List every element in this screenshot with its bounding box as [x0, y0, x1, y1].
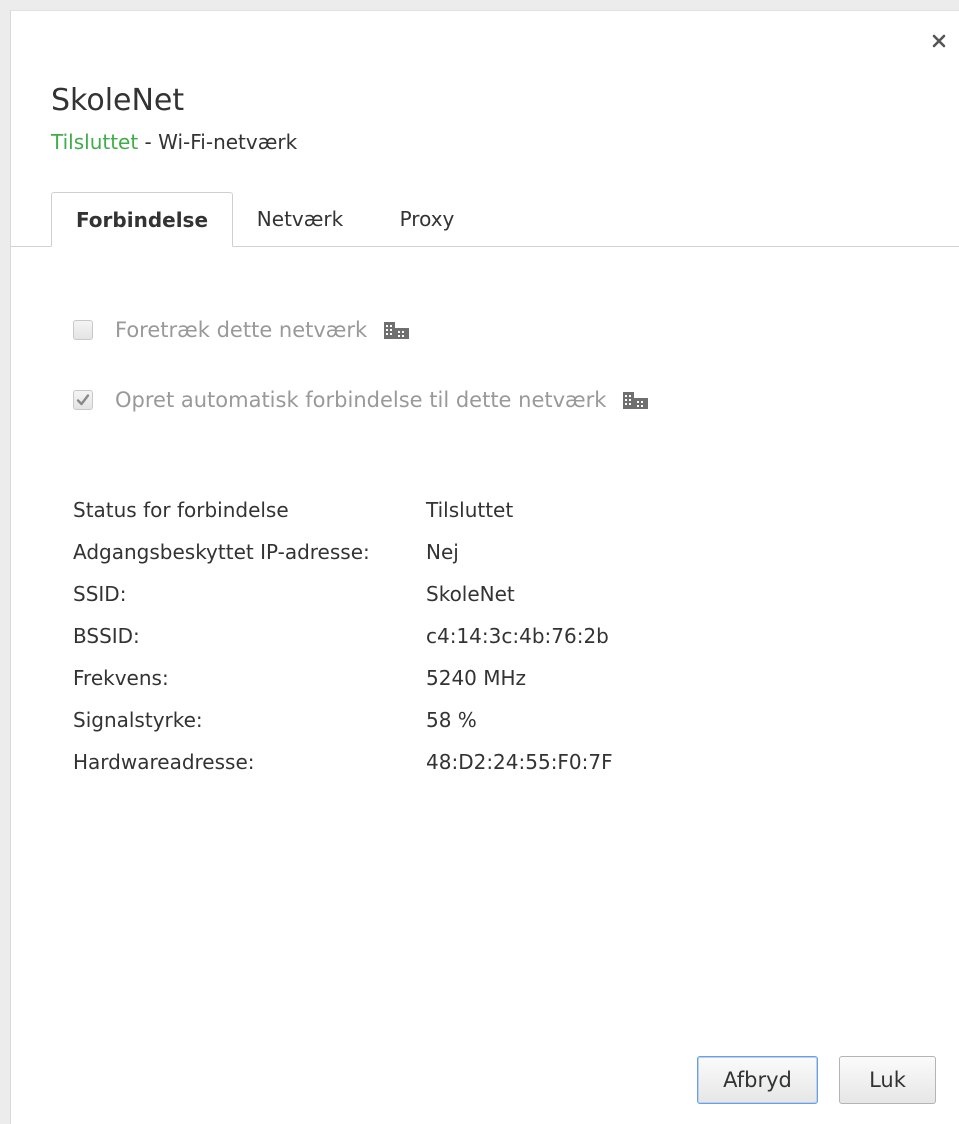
auto-connect-label: Opret automatisk forbindelse til dette n… — [115, 388, 607, 412]
close-button[interactable]: Luk — [839, 1056, 936, 1104]
tab-network[interactable]: Netværk — [237, 192, 363, 246]
network-details-dialog: SkoleNet Tilsluttet - Wi-Fi-netværk Forb… — [10, 10, 959, 1124]
prefer-network-label: Foretræk dette netværk — [115, 318, 368, 342]
info-label: BSSID: — [73, 624, 140, 648]
info-value: Nej — [426, 540, 459, 564]
tab-bar: Forbindelse Netværk Proxy — [11, 192, 959, 247]
network-type: Wi-Fi-netværk — [158, 130, 298, 154]
status-separator: - — [138, 130, 159, 154]
info-row-hardware-address: Hardwareadresse: 48:D2:24:55:F0:7F — [73, 741, 613, 783]
info-row-frequency: Frekvens: 5240 MHz — [73, 657, 613, 699]
close-icon[interactable] — [927, 29, 951, 53]
connection-status: Tilsluttet — [51, 130, 139, 154]
auto-connect-option: Opret automatisk forbindelse til dette n… — [73, 385, 650, 415]
close-icon-glyph — [932, 34, 946, 48]
auto-connect-checkbox[interactable] — [73, 390, 93, 410]
info-label: SSID: — [73, 582, 127, 606]
info-row-restricted-ip: Adgangsbeskyttet IP-adresse: Nej — [73, 531, 613, 573]
info-row-status: Status for forbindelse Tilsluttet — [73, 489, 613, 531]
enterprise-policy-icon — [383, 319, 411, 341]
info-value: Tilsluttet — [426, 498, 514, 522]
disconnect-button[interactable]: Afbryd — [697, 1056, 818, 1104]
info-row-signal-strength: Signalstyrke: 58 % — [73, 699, 613, 741]
connection-info-table: Status for forbindelse Tilsluttet Adgang… — [73, 489, 613, 783]
prefer-network-checkbox[interactable] — [73, 320, 93, 340]
info-label: Frekvens: — [73, 666, 169, 690]
info-label: Status for forbindelse — [73, 498, 289, 522]
network-title: SkoleNet — [51, 83, 185, 118]
tab-proxy[interactable]: Proxy — [371, 192, 483, 246]
info-value: 5240 MHz — [426, 666, 527, 690]
enterprise-policy-icon — [622, 389, 650, 411]
info-label: Hardwareadresse: — [73, 750, 255, 774]
checkmark-icon — [76, 394, 90, 406]
info-value: 48:D2:24:55:F0:7F — [426, 750, 613, 774]
network-status-line: Tilsluttet - Wi-Fi-netværk — [51, 129, 297, 155]
info-row-bssid: BSSID: c4:14:3c:4b:76:2b — [73, 615, 613, 657]
info-row-ssid: SSID: SkoleNet — [73, 573, 613, 615]
info-value: SkoleNet — [426, 582, 515, 606]
prefer-network-option: Foretræk dette netværk — [73, 315, 411, 345]
info-value: c4:14:3c:4b:76:2b — [426, 624, 609, 648]
info-value: 58 % — [426, 708, 477, 732]
info-label: Adgangsbeskyttet IP-adresse: — [73, 540, 370, 564]
tab-connection[interactable]: Forbindelse — [51, 192, 233, 247]
info-label: Signalstyrke: — [73, 708, 203, 732]
